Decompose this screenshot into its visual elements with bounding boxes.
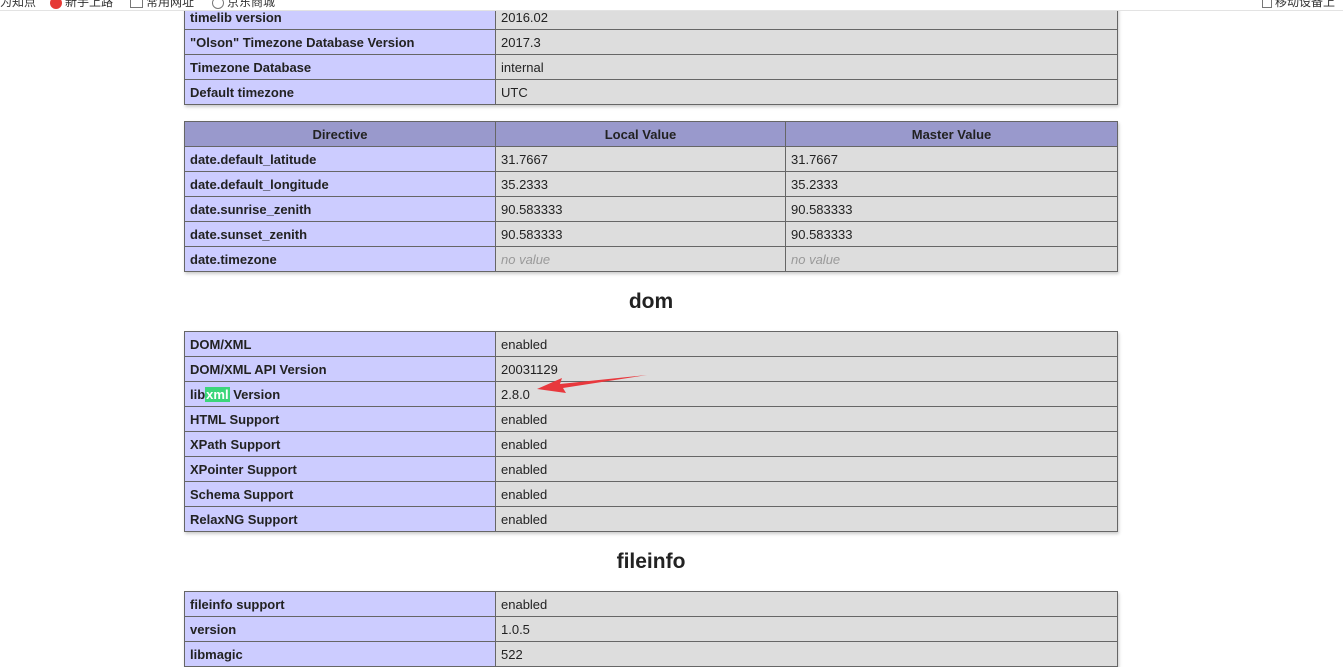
table-row: XPointer Support enabled [184,456,1118,482]
bookmarks-bar: 为知点 新手上路 常用网址 京东商城 移动设备上 [0,0,1343,11]
label-suffix: Version [229,386,281,402]
table-row: DOM/XML enabled [184,331,1118,357]
table-row: date.default_longitude 35.2333 35.2333 [184,171,1118,197]
search-highlight: xml [205,386,230,402]
table-row: DOM/XML API Version 20031129 [184,356,1118,382]
bookmark-item[interactable]: 新手上路 [50,0,113,10]
row-value: enabled [495,456,1118,482]
dom-table: DOM/XML enabled DOM/XML API Version 2003… [184,331,1118,532]
no-value-text: no value [501,251,551,267]
table-row: libmagic 522 [184,641,1118,667]
table-row: HTML Support enabled [184,406,1118,432]
row-label: version [184,616,496,642]
directive-name: date.default_longitude [184,171,496,197]
row-label: HTML Support [184,406,496,432]
row-value: 522 [495,641,1118,667]
row-value: enabled [495,506,1118,532]
row-label: libmagic [184,641,496,667]
directive-name: date.default_latitude [184,146,496,172]
no-value-text: no value [791,251,841,267]
table-row: Default timezone UTC [184,79,1118,105]
bookmark-item[interactable]: 常用网址 [130,0,194,10]
master-value: 31.7667 [785,146,1118,172]
bookmark-item[interactable]: 为知点 [0,0,36,10]
table-row: RelaxNG Support enabled [184,506,1118,532]
table-row: XPath Support enabled [184,431,1118,457]
table-row: version 1.0.5 [184,616,1118,642]
row-value: 1.0.5 [495,616,1118,642]
table-row: date.timezone no value no value [184,246,1118,272]
row-label: "Olson" Timezone Database Version [184,29,496,55]
row-value: enabled [495,406,1118,432]
row-label: RelaxNG Support [184,506,496,532]
local-value: 90.583333 [495,221,786,247]
row-value: enabled [495,331,1118,357]
master-value: 90.583333 [785,221,1118,247]
column-header: Local Value [495,121,786,147]
row-label: Default timezone [184,79,496,105]
row-value: internal [495,54,1118,80]
directive-name: date.sunrise_zenith [184,196,496,222]
local-value: 31.7667 [495,146,786,172]
table-row: date.default_latitude 31.7667 31.7667 [184,146,1118,172]
table-row: "Olson" Timezone Database Version 2017.3 [184,29,1118,55]
table-row: date.sunrise_zenith 90.583333 90.583333 [184,196,1118,222]
date-directives-table: Directive Local Value Master Value date.… [184,121,1118,272]
table-row: date.sunset_zenith 90.583333 90.583333 [184,221,1118,247]
bookmark-item[interactable]: 移动设备上 [1262,0,1335,10]
row-value: 2.8.0 [495,381,1118,407]
local-value: 35.2333 [495,171,786,197]
row-label: libxml Version [184,381,496,407]
master-value: 90.583333 [785,196,1118,222]
row-value: enabled [495,431,1118,457]
table-row: Timezone Database internal [184,54,1118,80]
table-header-row: Directive Local Value Master Value [184,121,1118,147]
column-header: Master Value [785,121,1118,147]
row-label: fileinfo support [184,591,496,617]
row-label: XPointer Support [184,456,496,482]
row-value: enabled [495,481,1118,507]
column-header: Directive [184,121,496,147]
date-info-table: timelib version 2016.02 "Olson" Timezone… [184,4,1118,105]
table-row: fileinfo support enabled [184,591,1118,617]
row-label: XPath Support [184,431,496,457]
section-title-fileinfo: fileinfo [616,550,686,573]
label-prefix: lib [190,386,206,402]
row-label: DOM/XML [184,331,496,357]
row-value: 2017.3 [495,29,1118,55]
row-value: UTC [495,79,1118,105]
folder-icon [130,0,143,9]
mobile-icon [1262,0,1272,9]
row-label: Schema Support [184,481,496,507]
directive-name: date.sunset_zenith [184,221,496,247]
app-icon [50,0,62,9]
directive-name: date.timezone [184,246,496,272]
local-value: 90.583333 [495,196,786,222]
master-value: 35.2333 [785,171,1118,197]
row-label: DOM/XML API Version [184,356,496,382]
table-row: Schema Support enabled [184,481,1118,507]
bookmark-item[interactable]: 京东商城 [212,0,275,10]
table-row: libxml Version 2.8.0 [184,381,1118,407]
row-value: 20031129 [495,356,1118,382]
section-title-dom: dom [628,290,674,313]
row-label: Timezone Database [184,54,496,80]
master-value-cell: no value [785,246,1118,272]
local-value-cell: no value [495,246,786,272]
row-value: enabled [495,591,1118,617]
globe-icon [212,0,224,9]
fileinfo-table: fileinfo support enabled version 1.0.5 l… [184,591,1118,667]
